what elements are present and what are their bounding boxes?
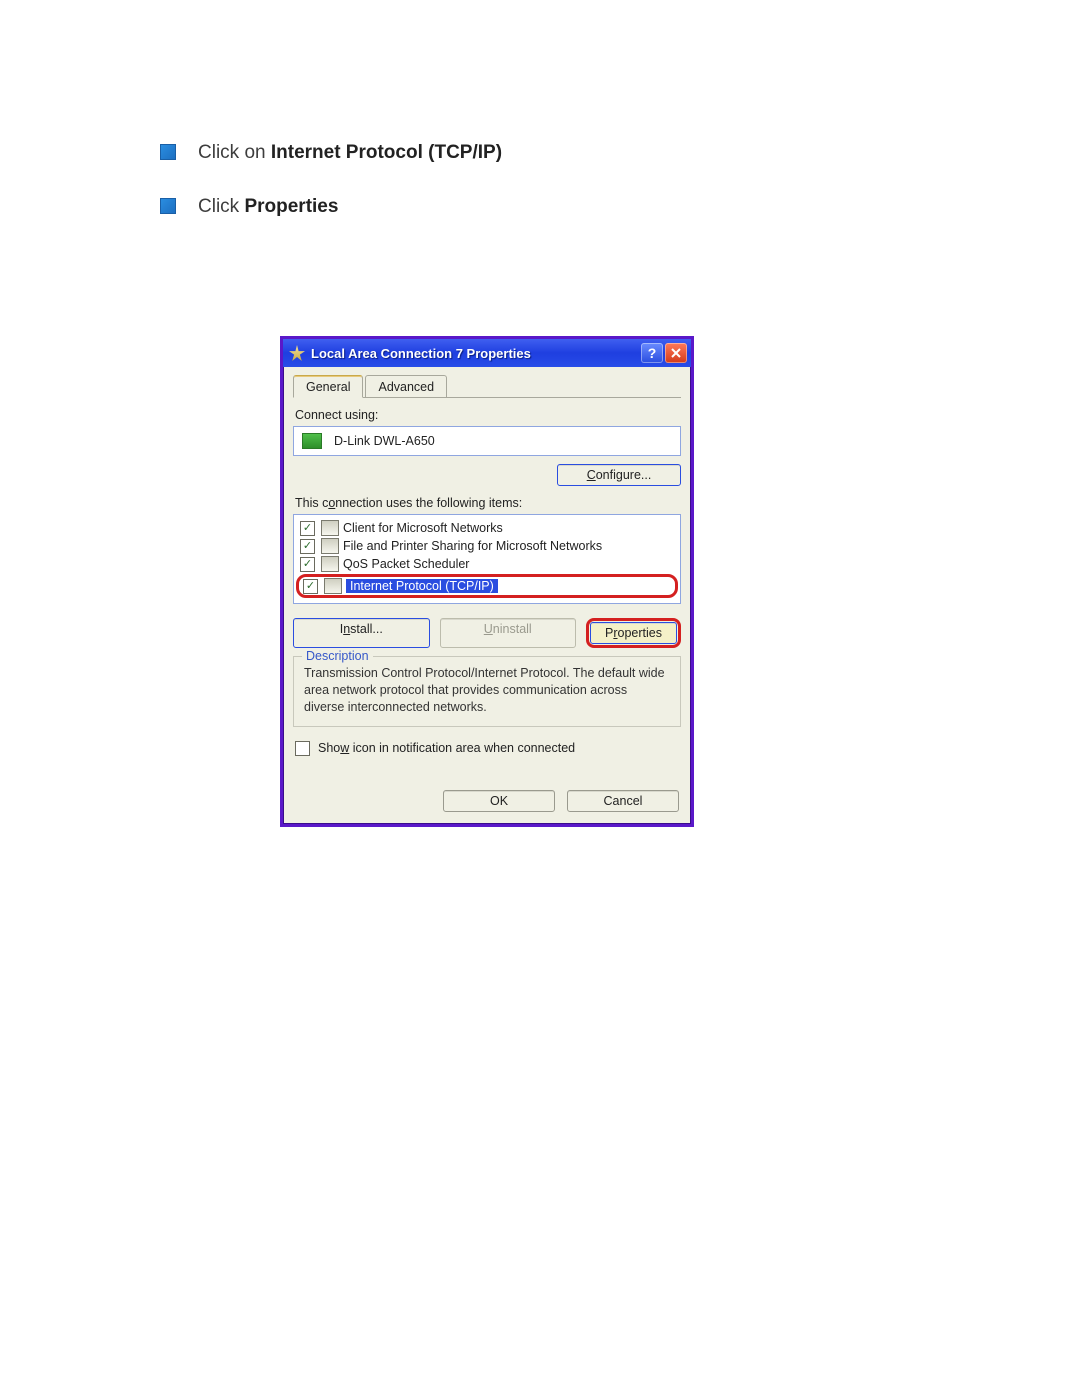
tab-strip: General Advanced	[293, 375, 681, 398]
text-bold: Internet Protocol (TCP/IP)	[271, 142, 502, 163]
instruction-text: Click Properties	[198, 194, 338, 220]
nic-icon	[302, 433, 322, 449]
items-label: This connection uses the following items…	[295, 496, 681, 510]
show-icon-row[interactable]: Show icon in notification area when conn…	[295, 741, 679, 756]
instruction-item: Click on Internet Protocol (TCP/IP)	[160, 140, 510, 166]
description-text: Transmission Control Protocol/Internet P…	[304, 666, 665, 714]
item-label: QoS Packet Scheduler	[343, 557, 469, 571]
list-item[interactable]: ✓ File and Printer Sharing for Microsoft…	[298, 537, 676, 555]
text-bold: Properties	[244, 196, 338, 217]
ok-button[interactable]: OK	[443, 790, 555, 812]
service-icon	[321, 538, 339, 554]
checkbox[interactable]: ✓	[300, 557, 315, 572]
configure-label: onfigure...	[596, 468, 652, 482]
list-item-selected[interactable]: ✓ Internet Protocol (TCP/IP)	[301, 577, 673, 595]
item-label: File and Printer Sharing for Microsoft N…	[343, 539, 602, 553]
description-legend: Description	[302, 648, 373, 665]
adapter-field[interactable]: D-Link DWL-A650	[293, 426, 681, 456]
instruction-text: Click on Internet Protocol (TCP/IP)	[198, 140, 502, 166]
help-button[interactable]: ?	[641, 343, 663, 363]
text: Click on	[198, 142, 271, 163]
client-icon	[321, 520, 339, 536]
item-label: Client for Microsoft Networks	[343, 521, 503, 535]
checkbox[interactable]	[295, 741, 310, 756]
protocol-icon	[324, 578, 342, 594]
titlebar[interactable]: Local Area Connection 7 Properties ?	[283, 339, 691, 367]
install-button[interactable]: Install...	[293, 618, 430, 648]
service-icon	[321, 556, 339, 572]
checkbox[interactable]: ✓	[300, 521, 315, 536]
highlight-ring-tcpip: ✓ Internet Protocol (TCP/IP)	[296, 574, 678, 598]
window-title: Local Area Connection 7 Properties	[311, 346, 639, 361]
tab-advanced[interactable]: Advanced	[365, 375, 447, 397]
checkbox[interactable]: ✓	[300, 539, 315, 554]
item-label: Internet Protocol (TCP/IP)	[346, 579, 498, 593]
cancel-button[interactable]: Cancel	[567, 790, 679, 812]
description-group: Description Transmission Control Protoco…	[293, 656, 681, 727]
adapter-name: D-Link DWL-A650	[334, 434, 435, 448]
items-list[interactable]: ✓ Client for Microsoft Networks ✓ File a…	[293, 514, 681, 604]
list-item[interactable]: ✓ QoS Packet Scheduler	[298, 555, 676, 573]
bullet-icon	[160, 198, 176, 214]
instruction-item: Click Properties	[160, 194, 510, 220]
highlight-ring-properties: Properties	[586, 618, 681, 648]
tab-general[interactable]: General	[293, 375, 363, 398]
show-icon-label: Show icon in notification area when conn…	[318, 741, 575, 755]
text: Click	[198, 196, 244, 217]
close-icon	[670, 347, 682, 359]
bullet-icon	[160, 144, 176, 160]
uninstall-button: Uninstall	[440, 618, 577, 648]
configure-button[interactable]: Configure...	[557, 464, 681, 486]
window-icon	[289, 345, 305, 361]
properties-dialog: Local Area Connection 7 Properties ? Gen…	[280, 336, 694, 827]
connect-using-label: Connect using:	[295, 408, 681, 422]
checkbox[interactable]: ✓	[303, 579, 318, 594]
instruction-list: Click on Internet Protocol (TCP/IP) Clic…	[160, 140, 510, 247]
close-button[interactable]	[665, 343, 687, 363]
properties-button[interactable]: Properties	[590, 622, 677, 644]
list-item[interactable]: ✓ Client for Microsoft Networks	[298, 519, 676, 537]
